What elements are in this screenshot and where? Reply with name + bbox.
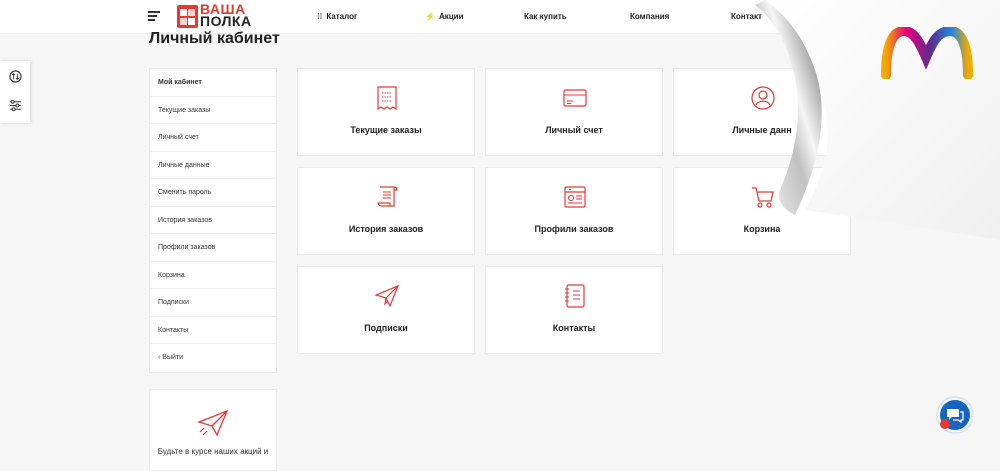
side-tools-panel	[0, 61, 30, 123]
bolt-icon: ⚡	[425, 12, 435, 21]
sidebar-item-personal-data[interactable]: Личные данные	[150, 152, 276, 179]
sidebar-item-contacts[interactable]: Контакты	[150, 317, 276, 344]
account-sidebar-menu: Мой кабинет Текущие заказы Личный счет Л…	[149, 68, 277, 373]
hamburger-menu-icon[interactable]	[148, 11, 160, 21]
card-label: История заказов	[348, 224, 424, 234]
logo-text: ВАША ПОЛКА	[200, 1, 252, 29]
card-label: Профили заказов	[534, 224, 614, 234]
sidebar-item-order-profiles[interactable]: Профили заказов	[150, 234, 276, 262]
card-order-profiles[interactable]: Профили заказов	[485, 167, 663, 255]
nav-catalog[interactable]: ⁞⁞ Каталог	[317, 0, 357, 33]
page-title: Личный кабинет	[149, 30, 280, 47]
promo-text: Будьте в курсе наших акций и	[157, 447, 269, 456]
sidebar-item-personal-account[interactable]: Личный счет	[150, 124, 276, 152]
logo-mark	[177, 5, 198, 28]
paper-plane-icon	[197, 409, 229, 437]
profile-card-icon	[564, 186, 586, 208]
nav-company[interactable]: Компания	[630, 0, 669, 33]
chat-button[interactable]	[936, 396, 974, 434]
sidebar-item-change-password[interactable]: Сменить пароль	[150, 179, 276, 207]
card-label: Подписки	[364, 323, 408, 333]
paper-plane-icon	[374, 284, 400, 308]
card-personal-account[interactable]: Личный счет	[485, 68, 663, 156]
sidebar-item-subscriptions[interactable]: Подписки	[150, 289, 276, 317]
filter-settings-icon[interactable]	[9, 99, 22, 112]
sidebar-item-my-account[interactable]: Мой кабинет	[150, 69, 276, 97]
scroll-icon	[377, 186, 398, 207]
subscribe-promo: Будьте в курсе наших акций и	[149, 389, 277, 471]
card-current-orders[interactable]: Текущие заказы	[297, 68, 475, 156]
credit-card-icon	[563, 89, 587, 107]
sidebar-item-order-history[interactable]: История заказов	[150, 207, 276, 234]
card-order-history[interactable]: История заказов	[297, 167, 475, 255]
sidebar-item-current-orders[interactable]: Текущие заказы	[150, 97, 276, 124]
card-label: Личный счет	[545, 125, 603, 135]
nav-promotions[interactable]: ⚡ Акции	[425, 0, 464, 33]
notebook-icon	[565, 284, 585, 308]
card-subscriptions[interactable]: Подписки	[297, 266, 475, 354]
grid-icon: ⁞⁞	[317, 12, 323, 21]
sidebar-item-cart[interactable]: Корзина	[150, 262, 276, 289]
card-label: Текущие заказы	[350, 125, 422, 135]
receipt-icon	[377, 86, 397, 111]
site-logo[interactable]: ВАША ПОЛКА	[177, 1, 261, 31]
sidebar-item-logout[interactable]: ‹ Выйти	[150, 344, 276, 372]
card-contacts[interactable]: Контакты	[485, 266, 663, 354]
nav-how-to-buy[interactable]: Как купить	[524, 0, 567, 33]
card-label: Контакты	[552, 323, 596, 333]
compare-icon[interactable]	[9, 70, 22, 83]
brand-m-logo	[881, 27, 973, 79]
